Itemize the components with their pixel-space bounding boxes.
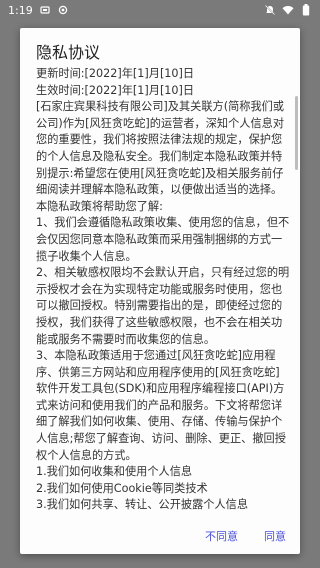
status-bar: 1:19 — [0, 0, 320, 20]
privacy-dialog: 隐私协议 更新时间:[2022]年[1]月[10]日 生效时间:[2022]年[… — [20, 28, 300, 554]
disagree-button[interactable]: 不同意 — [205, 528, 238, 544]
status-right — [264, 4, 312, 16]
dialog-title: 隐私协议 — [36, 43, 101, 62]
policy-point-1: 1、我们会遵循隐私政策收集、使用您的信息，但不会仅因您同意本隐私政策而采用强制捆… — [36, 216, 290, 263]
privacy-content[interactable]: 更新时间:[2022]年[1]月[10]日 生效时间:[2022]年[1]月[1… — [36, 66, 290, 512]
toc-item-2: 2.我们如何使用Cookie等同类技术 — [36, 481, 208, 495]
status-left: 1:19 — [8, 4, 69, 17]
effective-time-text: 生效时间:[2022]年[1]月[10]日 — [36, 83, 195, 97]
content-scrollbar[interactable] — [295, 96, 298, 170]
policy-point-3: 3、本隐私政策适用于您通过[风狂贪吃蛇]应用程序、供第三方网站和应用程序使用的[… — [36, 349, 286, 462]
intro-paragraph: [石家庄宾果科技有限公司]及其关联方(简称我们或公司)作为[风狂贪吃蛇]的运营者… — [36, 100, 285, 213]
status-time: 1:19 — [8, 3, 33, 17]
notification-b-icon — [57, 4, 69, 16]
notifications-off-icon — [264, 4, 276, 16]
wifi-icon — [282, 4, 294, 16]
toc-item-1: 1.我们如何收集和使用个人信息 — [36, 465, 193, 479]
policy-point-2: 2、相关敏感权限均不会默认开启，只有经过您的明示授权才会在为实现特定功能或服务时… — [36, 266, 290, 346]
agree-button[interactable]: 同意 — [264, 528, 286, 544]
notification-a-icon — [39, 4, 51, 16]
battery-icon — [300, 4, 312, 16]
toc-item-3: 3.我们如何共享、转让、公开披露个人信息 — [36, 498, 249, 512]
update-time-text: 更新时间:[2022]年[1]月[10]日 — [36, 67, 195, 80]
dialog-actions: 不同意 同意 — [205, 528, 286, 544]
